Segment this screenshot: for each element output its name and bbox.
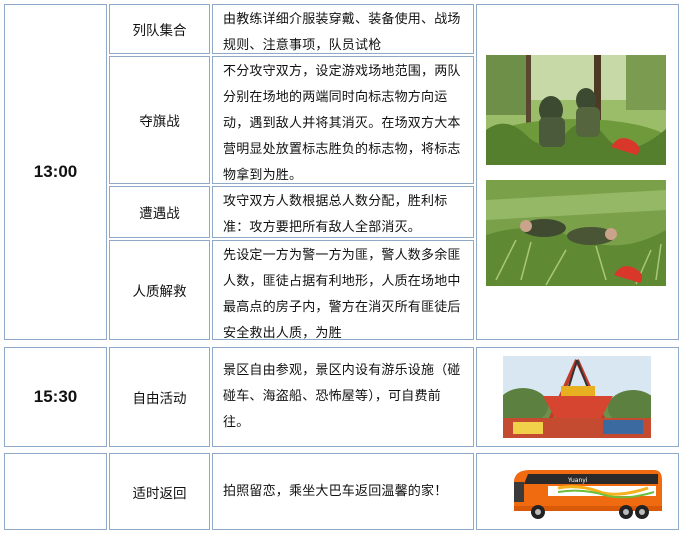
time-label: 15:30 <box>33 387 78 406</box>
activity-description: 景区自由参观，景区内设有游乐设施（碰碰车、海盗船、恐怖屋等），可自费前往。 <box>223 363 461 430</box>
activity-cell: 自由活动 <box>109 347 210 447</box>
time-cell-return <box>4 453 107 530</box>
description-cell: 景区自由参观，景区内设有游乐设施（碰碰车、海盗船、恐怖屋等），可自费前往。 <box>212 347 474 447</box>
description-cell: 由教练详细介服装穿戴、装备使用、战场规则、注意事项，队员试枪 <box>212 4 474 54</box>
pirate-ship-ride-photo <box>503 356 651 438</box>
description-cell: 攻守双方人数根据总人数分配，胜利标准：攻方要把所有敌人全部消灭。 <box>212 186 474 238</box>
time-cell-1300: 13:00 <box>4 4 107 340</box>
activity-name: 夺旗战 <box>139 114 180 130</box>
description-cell: 拍照留恋，乘坐大巴车返回温馨的家！ <box>212 453 474 530</box>
time-label: 13:00 <box>33 162 78 181</box>
paintball-forest-photo <box>486 55 666 165</box>
activity-name: 遭遇战 <box>139 206 180 222</box>
time-cell-1530: 15:30 <box>4 347 107 447</box>
activity-cell: 人质解救 <box>109 240 210 340</box>
bus-brand-text: Yuanyi <box>567 477 588 484</box>
activity-description: 攻守双方人数根据总人数分配，胜利标准：攻方要把所有敌人全部消灭。 <box>223 194 448 235</box>
activity-description: 由教练详细介服装穿戴、装备使用、战场规则、注意事项，队员试枪 <box>223 12 461 53</box>
activity-name: 列队集合 <box>132 23 187 39</box>
activity-description: 先设定一方为警一方为匪，警人数多余匪人数，匪徒占据有利地形，人质在场地中最高点的… <box>223 248 461 341</box>
activity-description: 不分攻守双方，设定游戏场地范围，两队分别在场地的两端同时向标志物方向运动，遇到敌… <box>223 64 461 183</box>
description-cell: 不分攻守双方，设定游戏场地范围，两队分别在场地的两端同时向标志物方向运动，遇到敌… <box>212 56 474 184</box>
paintball-grass-photo <box>486 180 666 286</box>
activity-description: 拍照留恋，乘坐大巴车返回温馨的家！ <box>223 484 448 499</box>
description-cell: 先设定一方为警一方为匪，警人数多余匪人数，匪徒占据有利地形，人质在场地中最高点的… <box>212 240 474 341</box>
activity-cell: 列队集合 <box>109 4 210 54</box>
activity-name: 自由活动 <box>132 391 187 407</box>
activity-cell: 遭遇战 <box>109 186 210 238</box>
coach-bus-photo: Yuanyi <box>508 462 666 524</box>
activity-cell: 适时返回 <box>109 453 210 530</box>
activity-name: 人质解救 <box>132 284 187 300</box>
activity-cell: 夺旗战 <box>109 56 210 184</box>
activity-name: 适时返回 <box>132 485 187 502</box>
